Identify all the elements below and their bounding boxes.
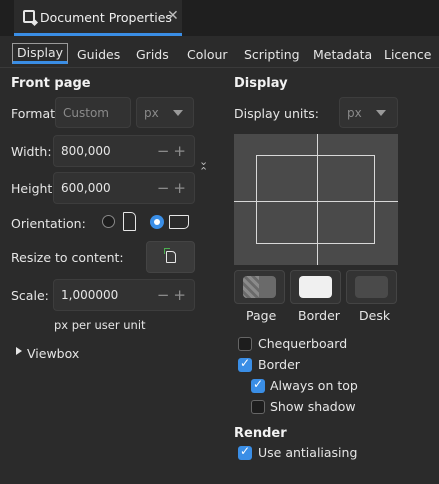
page-preview (234, 134, 398, 265)
height-value: 600,000 (61, 181, 111, 195)
portrait-icon (123, 212, 136, 231)
scale-label: Scale: (11, 288, 49, 303)
width-stepper[interactable]: −+ (157, 142, 190, 160)
tab-licence[interactable]: Licence (384, 47, 432, 62)
chequerboard-swatch (243, 276, 276, 298)
tab-guides[interactable]: Guides (77, 47, 120, 62)
chevron-right-icon[interactable] (16, 347, 22, 355)
resize-to-content-label: Resize to content: (11, 250, 124, 265)
landscape-icon (169, 215, 189, 229)
format-unit-select[interactable]: px (136, 97, 194, 128)
chequerboard-checkbox[interactable] (238, 337, 252, 351)
always-on-top-checkbox[interactable] (251, 377, 265, 393)
tab-display[interactable]: Display (12, 43, 69, 64)
document-properties-icon (23, 10, 35, 23)
display-units-label: Display units: (234, 106, 319, 121)
width-value: 800,000 (61, 144, 111, 158)
chequerboard-label: Chequerboard (258, 336, 348, 351)
tab-bar: Display Guides Grids Colour Scripting Me… (0, 40, 439, 68)
width-label: Width: (11, 144, 52, 159)
orientation-label: Orientation: (11, 216, 86, 231)
title-bar: Document Properties ✕ (0, 0, 439, 36)
desk-color-label: Desk (359, 308, 391, 323)
display-units-select[interactable]: px (339, 97, 398, 128)
border-color-label: Border (298, 308, 340, 323)
show-shadow-checkbox[interactable] (251, 400, 265, 414)
tab-scripting[interactable]: Scripting (244, 47, 300, 62)
tab-grids[interactable]: Grids (136, 47, 169, 62)
format-label: Format: (11, 106, 60, 121)
border-label: Border (258, 357, 300, 372)
always-on-top-label: Always on top (270, 378, 358, 393)
desk-color-button[interactable] (346, 270, 397, 304)
resize-to-content-button[interactable] (146, 241, 195, 273)
page-color-label: Page (246, 308, 277, 323)
document-properties-tab[interactable]: Document Properties ✕ (14, 0, 182, 36)
front-page-heading: Front page (11, 76, 91, 91)
height-input[interactable]: 600,000 −+ (53, 172, 195, 204)
format-value: Custom (63, 105, 109, 120)
landscape-radio[interactable] (150, 215, 164, 229)
format-unit-value: px (144, 105, 159, 120)
format-field[interactable]: Custom (55, 97, 131, 128)
display-heading: Display (234, 76, 288, 91)
display-units-value: px (347, 105, 362, 120)
scale-stepper[interactable]: −+ (157, 286, 190, 304)
antialiasing-label: Use antialiasing (258, 445, 358, 460)
show-shadow-label: Show shadow (270, 399, 356, 414)
chain-link-icon[interactable]: ⌄ ⌃ (199, 156, 208, 177)
desk-color-swatch (355, 276, 388, 298)
height-stepper[interactable]: −+ (157, 179, 190, 197)
scale-value: 1,000000 (61, 288, 119, 302)
viewbox-expander[interactable]: Viewbox (27, 346, 79, 361)
border-color-swatch (299, 276, 332, 298)
page-color-button[interactable] (234, 270, 285, 304)
chevron-down-icon (173, 110, 183, 116)
window-title: Document Properties (40, 10, 172, 25)
portrait-radio[interactable] (102, 215, 115, 228)
close-icon[interactable]: ✕ (167, 8, 179, 24)
preview-horizontal-guide (234, 201, 398, 202)
border-checkbox[interactable] (238, 356, 252, 372)
width-input[interactable]: 800,000 −+ (53, 135, 195, 167)
chevron-down-icon (376, 110, 386, 116)
scale-input[interactable]: 1,000000 −+ (53, 279, 195, 311)
preview-vertical-guide (317, 134, 318, 265)
height-label: Height: (11, 181, 57, 196)
preview-page-border (256, 155, 375, 244)
border-color-button[interactable] (290, 270, 341, 304)
render-heading: Render (234, 426, 287, 441)
corner-marker-icon (164, 248, 170, 254)
antialiasing-checkbox[interactable] (238, 444, 252, 460)
tab-metadata[interactable]: Metadata (313, 47, 372, 62)
tab-colour[interactable]: Colour (187, 47, 228, 62)
scale-hint: px per user unit (54, 318, 146, 332)
